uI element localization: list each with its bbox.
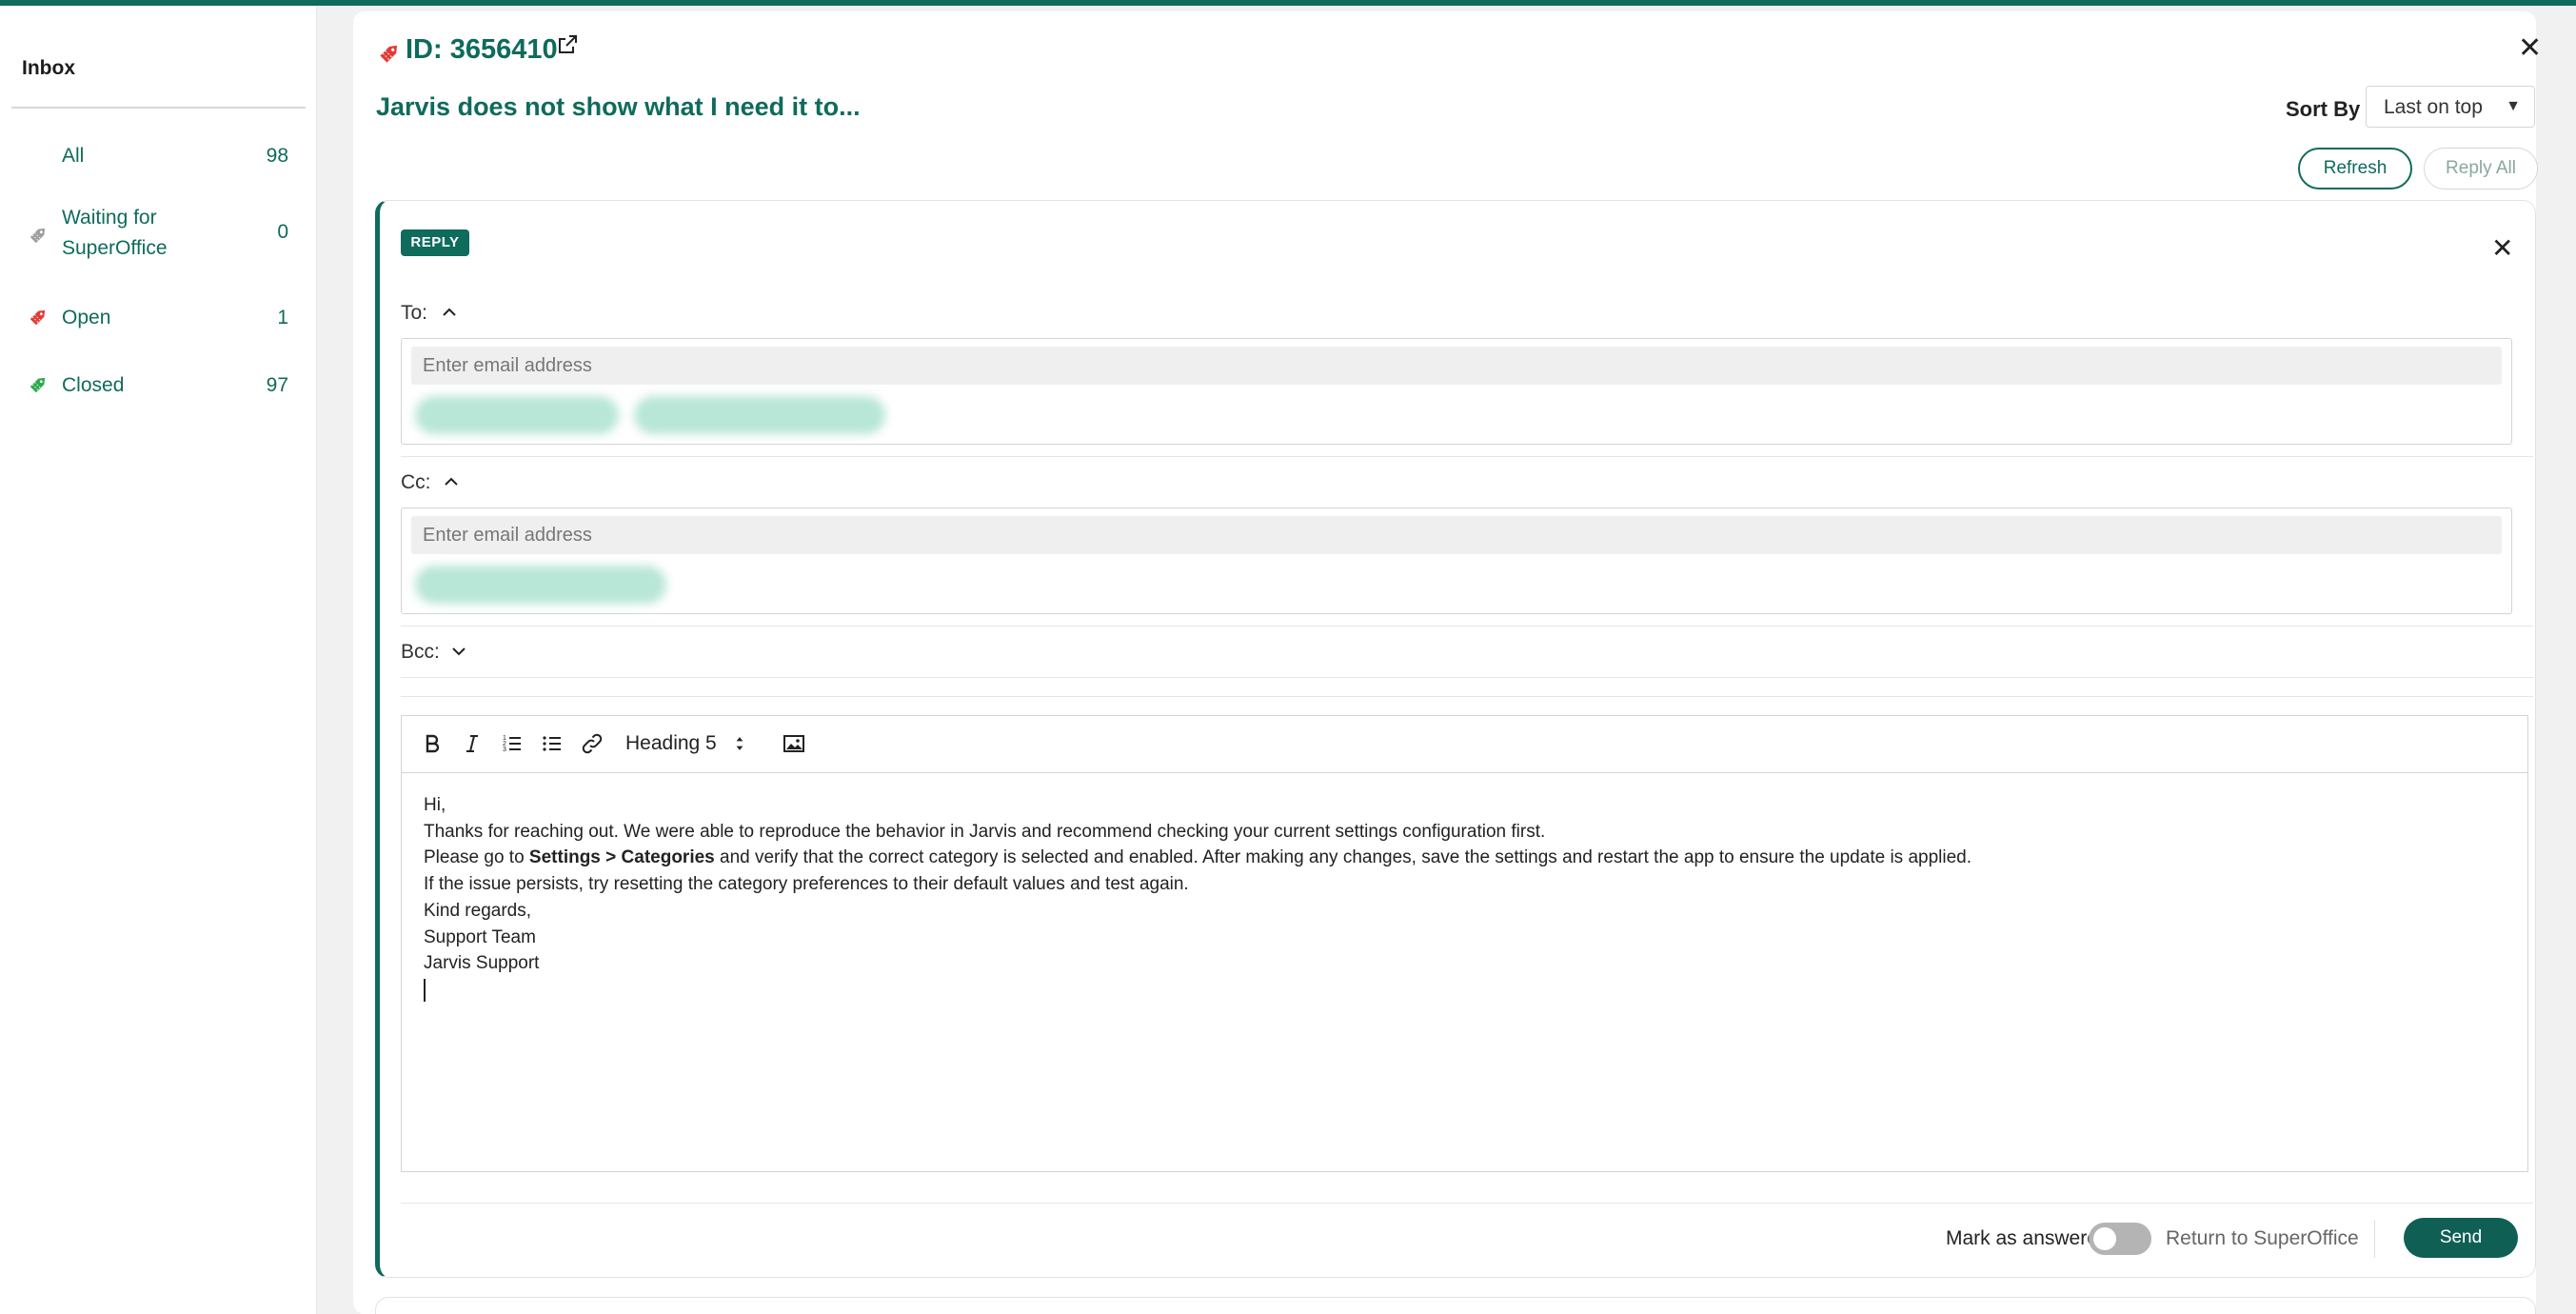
mark-as-answered-toggle[interactable] — [2089, 1223, 2151, 1255]
external-link-icon[interactable] — [556, 33, 579, 56]
sidebar: Inbox All 98 Waiting for SuperOffice 0 O… — [0, 6, 317, 1314]
divider — [401, 626, 2533, 627]
cc-field — [401, 508, 2512, 614]
next-message-card — [375, 1297, 2536, 1314]
mark-as-answered-label: Mark as answered — [1946, 1227, 2110, 1249]
sort-select-value: Last on top — [2384, 96, 2483, 118]
return-to-superoffice-label: Return to SuperOffice — [2166, 1227, 2359, 1249]
chevron-up-icon[interactable] — [441, 306, 458, 319]
svg-text:3: 3 — [503, 747, 506, 753]
tag-icon — [27, 371, 51, 396]
bold-icon[interactable] — [418, 729, 446, 758]
body-line: Thanks for reaching out. We were able to… — [424, 821, 1546, 842]
reply-badge: REPLY — [401, 229, 469, 256]
body-line: Support Team — [424, 926, 536, 947]
sidebar-item-count: 98 — [266, 145, 288, 167]
bcc-label: Bcc: — [401, 641, 440, 663]
editor-body[interactable]: Hi, Thanks for reaching out. We were abl… — [424, 792, 2508, 1004]
cc-email-input[interactable] — [411, 516, 2502, 554]
body-line: If the issue persists, try resetting the… — [424, 874, 1189, 895]
tag-icon — [376, 38, 405, 67]
recipient-chip[interactable] — [415, 396, 619, 434]
sidebar-item-open[interactable]: Open 1 — [0, 297, 317, 339]
recipient-chip[interactable] — [634, 396, 885, 434]
divider — [401, 696, 2533, 697]
chevron-up-icon[interactable] — [443, 475, 460, 488]
toggle-knob — [2093, 1227, 2116, 1250]
to-email-input[interactable] — [411, 347, 2502, 385]
sidebar-item-all[interactable]: All 98 — [0, 135, 317, 177]
divider — [401, 456, 2533, 457]
ticket-panel: ID: 3656410 ✕ Jarvis does not show what … — [353, 11, 2542, 1314]
settings-path-text: Settings > Categories — [528, 847, 715, 868]
rich-text-editor: 123 Heading 5 Hi, Thanks for reaching ou… — [401, 715, 2528, 1172]
to-label: To: — [401, 302, 428, 324]
body-text: and verify that the correct category is … — [714, 847, 1972, 868]
sidebar-item-label: Waiting for — [62, 207, 157, 229]
sidebar-item-label: All — [62, 145, 85, 167]
sort-arrows-icon — [734, 733, 745, 762]
bullet-list-icon[interactable] — [538, 729, 566, 758]
body-line: Please go to Settings > Categories and v… — [424, 845, 2508, 871]
ordered-list-icon[interactable]: 123 — [498, 729, 526, 758]
image-icon[interactable] — [780, 729, 808, 758]
body-line: Jarvis Support — [424, 953, 540, 974]
sidebar-item-closed[interactable]: Closed 97 — [0, 365, 317, 407]
sidebar-item-count: 97 — [266, 374, 288, 396]
editor-toolbar: 123 Heading 5 — [402, 716, 2527, 773]
ticket-title: Jarvis does not show what I need it to..… — [376, 92, 861, 121]
body-line: Kind regards, — [424, 900, 532, 921]
sidebar-item-label: Open — [62, 307, 111, 328]
recipient-chip[interactable] — [415, 566, 666, 604]
send-button[interactable]: Send — [2404, 1218, 2518, 1258]
cc-label: Cc: — [401, 471, 431, 493]
divider — [401, 677, 2533, 678]
sidebar-item-label-line2: SuperOffice — [62, 237, 168, 259]
sidebar-item-count: 1 — [277, 307, 288, 328]
heading-select[interactable]: Heading 5 — [625, 729, 759, 758]
chevron-down-icon[interactable] — [450, 645, 467, 658]
link-icon[interactable] — [578, 729, 606, 758]
body-line: Hi, — [424, 795, 446, 815]
ticket-id: ID: 3656410 — [406, 34, 558, 65]
heading-select-value: Heading 5 — [625, 732, 717, 754]
italic-icon[interactable] — [458, 729, 486, 758]
top-accent-bar — [0, 0, 2576, 6]
reply-card: REPLY ✕ To: Cc: Bcc: — [375, 200, 2536, 1278]
body-text: Please go to — [424, 847, 529, 868]
sidebar-item-label: Closed — [62, 374, 125, 396]
divider — [2374, 1220, 2375, 1258]
sidebar-title: Inbox — [22, 57, 75, 79]
refresh-button[interactable]: Refresh — [2298, 148, 2412, 189]
to-field — [401, 338, 2512, 445]
tag-icon — [27, 222, 51, 247]
caret-down-icon: ▼ — [2506, 98, 2521, 114]
reply-all-button[interactable]: Reply All — [2424, 148, 2538, 189]
divider — [401, 1203, 2533, 1204]
close-reply-icon[interactable]: ✕ — [2491, 235, 2513, 262]
sort-by-label: Sort By : — [2286, 97, 2373, 121]
sidebar-divider — [11, 107, 306, 109]
close-icon[interactable]: ✕ — [2518, 34, 2542, 63]
tag-icon — [27, 304, 51, 328]
text-cursor — [424, 978, 426, 1002]
sidebar-item-waiting[interactable]: Waiting for SuperOffice 0 — [0, 200, 317, 267]
sidebar-item-count: 0 — [277, 221, 288, 243]
sort-select[interactable]: Last on top ▼ — [2366, 86, 2535, 128]
text-cursor-line — [424, 977, 2508, 1004]
